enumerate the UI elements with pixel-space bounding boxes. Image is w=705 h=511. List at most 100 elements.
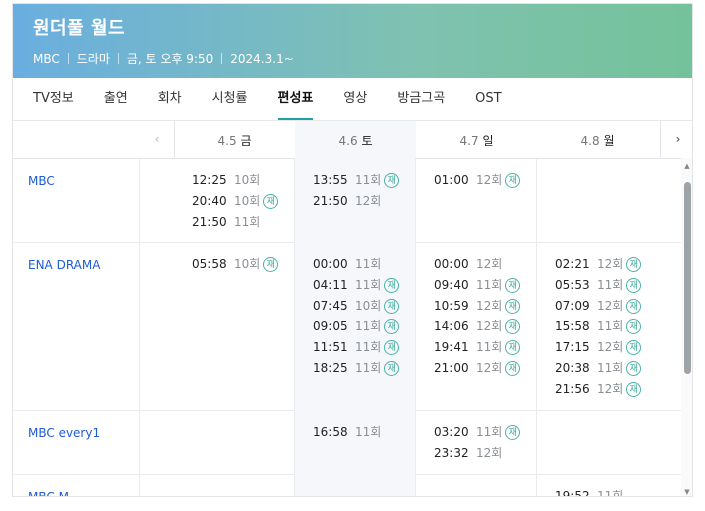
airing-time: 19:41 <box>434 340 469 355</box>
airing-time: 16:58 <box>313 425 348 439</box>
airing-slot: 10:59 12회 재 <box>434 296 521 316</box>
episode-number: 11회 <box>355 425 382 439</box>
airing-slot: 14:06 12회 재 <box>434 316 521 336</box>
airing-slot: 23:32 12회 <box>434 443 502 463</box>
episode-number: 10회 <box>234 257 261 271</box>
airing-slot: 05:58 10회 재 <box>192 254 279 274</box>
meta-airtime: 금, 토 오후 9:50 <box>126 52 214 66</box>
episode-number: 12회 <box>476 361 503 375</box>
rerun-badge: 재 <box>626 277 642 293</box>
episode-number: 11회 <box>476 425 503 439</box>
rerun-badge: 재 <box>263 257 279 272</box>
channel-name-link[interactable]: ENA DRAMA <box>28 258 100 272</box>
rerun-badge: 재 <box>626 319 642 335</box>
episode-number: 11회 <box>476 340 503 355</box>
airing-time: 05:53 <box>555 277 590 292</box>
meta-divider <box>221 53 223 64</box>
schedule-cell: 00:00 12회 09:40 11회 재 10:59 12회 재 14:06 12회 재 19:41… <box>415 242 536 410</box>
airing-time: 17:15 <box>555 340 590 355</box>
airing-time: 02:21 <box>555 257 590 271</box>
airing-time: 21:50 <box>313 193 348 208</box>
airing-time: 21:56 <box>555 381 590 396</box>
episode-number: 12회 <box>476 319 503 334</box>
scrollbar-thumb[interactable] <box>684 182 691 374</box>
tab-episodes[interactable]: 회차 <box>158 78 182 120</box>
airing-time: 23:32 <box>434 445 469 460</box>
episode-number: 12회 <box>597 298 624 313</box>
program-card: 원더풀 월드 MBC 드라마 금, 토 오후 9:50 2024.3.1~ TV… <box>12 3 693 497</box>
airing-time: 15:58 <box>555 319 590 334</box>
episode-number: 11회 <box>476 277 503 292</box>
airing-time: 13:55 <box>313 173 348 187</box>
episode-number: 10회 <box>234 193 261 208</box>
prev-day-arrow-icon[interactable]: ‹ <box>140 121 175 158</box>
day-column-header: 4.8 월 <box>537 121 658 158</box>
rerun-badge: 재 <box>505 277 521 293</box>
next-day-arrow-icon[interactable]: › <box>660 121 692 158</box>
episode-number: 11회 <box>597 277 624 292</box>
airing-slot: 09:40 11회 재 <box>434 275 521 295</box>
schedule-cell <box>139 474 294 496</box>
meta-divider <box>117 53 119 64</box>
airing-slot: 07:09 12회 재 <box>555 296 642 316</box>
schedule-grid: MBC 12:25 10회 20:40 10회 재 21:50 11회 13:55 11회 재 21:… <box>13 158 681 497</box>
episode-number: 11회 <box>597 319 624 334</box>
scroll-up-icon[interactable]: ▲ <box>681 160 692 172</box>
airing-time: 20:40 <box>192 193 227 208</box>
airing-slot: 09:05 11회 재 <box>313 316 400 336</box>
airing-time: 01:00 <box>434 173 469 187</box>
day-column-header: 4.7 일 <box>416 121 537 158</box>
tab-ost[interactable]: OST <box>475 78 501 120</box>
episode-number: 10회 <box>234 173 261 187</box>
airing-slot: 21:50 12회 <box>313 191 381 211</box>
meta-start-date: 2024.3.1~ <box>230 51 294 66</box>
tab-tv-info[interactable]: TV정보 <box>33 78 74 120</box>
rerun-badge: 재 <box>384 361 400 376</box>
meta-channel: MBC <box>33 51 60 66</box>
airing-time: 07:09 <box>555 298 590 313</box>
channel-name-link[interactable]: MBC every1 <box>28 426 100 440</box>
schedule-cell <box>536 410 657 474</box>
tab-schedule[interactable]: 편성표 <box>277 78 314 120</box>
rerun-badge: 재 <box>505 298 521 314</box>
airing-slot: 03:20 11회 재 <box>434 422 521 442</box>
airing-slot: 00:00 12회 <box>434 254 502 274</box>
rerun-badge: 재 <box>626 340 642 356</box>
episode-number: 11회 <box>355 257 382 271</box>
rerun-badge: 재 <box>626 381 642 397</box>
airing-slot: 04:11 11회 재 <box>313 275 400 295</box>
rerun-badge: 재 <box>263 193 279 209</box>
rerun-badge: 재 <box>384 277 400 293</box>
schedule-cell: 05:58 10회 재 <box>139 242 294 410</box>
tab-videos[interactable]: 영상 <box>343 78 367 120</box>
tab-bar: TV정보 출연 회차 시청률 편성표 영상 방금그곡 OST <box>13 78 692 121</box>
tab-cast[interactable]: 출연 <box>104 78 128 120</box>
schedule-cell <box>139 410 294 474</box>
scroll-down-icon[interactable]: ▼ <box>681 486 692 496</box>
channel-name-link[interactable]: MBC M <box>28 490 69 496</box>
episode-number: 11회 <box>597 489 624 497</box>
airing-slot: 18:25 11회 재 <box>313 358 400 378</box>
scrollbar[interactable]: ▲ ▼ <box>681 158 692 496</box>
rerun-badge: 재 <box>505 340 521 356</box>
tab-song-search[interactable]: 방금그곡 <box>397 78 445 120</box>
airing-time: 11:51 <box>313 340 348 355</box>
airing-time: 03:20 <box>434 425 469 439</box>
rerun-badge: 재 <box>505 173 521 188</box>
episode-number: 12회 <box>597 381 624 396</box>
episode-number: 10회 <box>355 298 382 313</box>
tab-ratings[interactable]: 시청률 <box>212 78 248 120</box>
episode-number: 12회 <box>597 257 624 271</box>
channel-row: MBC every1 16:58 11회 03:20 11회 재 23:32 12회 <box>13 410 681 475</box>
airing-slot: 01:00 12회 재 <box>434 170 521 190</box>
episode-number: 11회 <box>234 214 261 229</box>
channel-row: MBC 12:25 10회 20:40 10회 재 21:50 11회 13:55 11회 재 21:… <box>13 158 681 243</box>
channel-name-link[interactable]: MBC <box>28 174 55 188</box>
day-header: ‹ 4.5 금 4.6 토 4.7 일 4.8 월 › <box>13 121 692 159</box>
airing-time: 21:50 <box>192 214 227 229</box>
rerun-badge: 재 <box>384 319 400 335</box>
channel-row: ENA DRAMA 05:58 10회 재 00:00 11회 04:11 11회 재 07:45… <box>13 242 681 411</box>
schedule-cell: 03:20 11회 재 23:32 12회 <box>415 410 536 474</box>
airing-slot: 20:38 11회 재 <box>555 358 642 378</box>
airing-slot: 02:21 12회 재 <box>555 254 642 274</box>
